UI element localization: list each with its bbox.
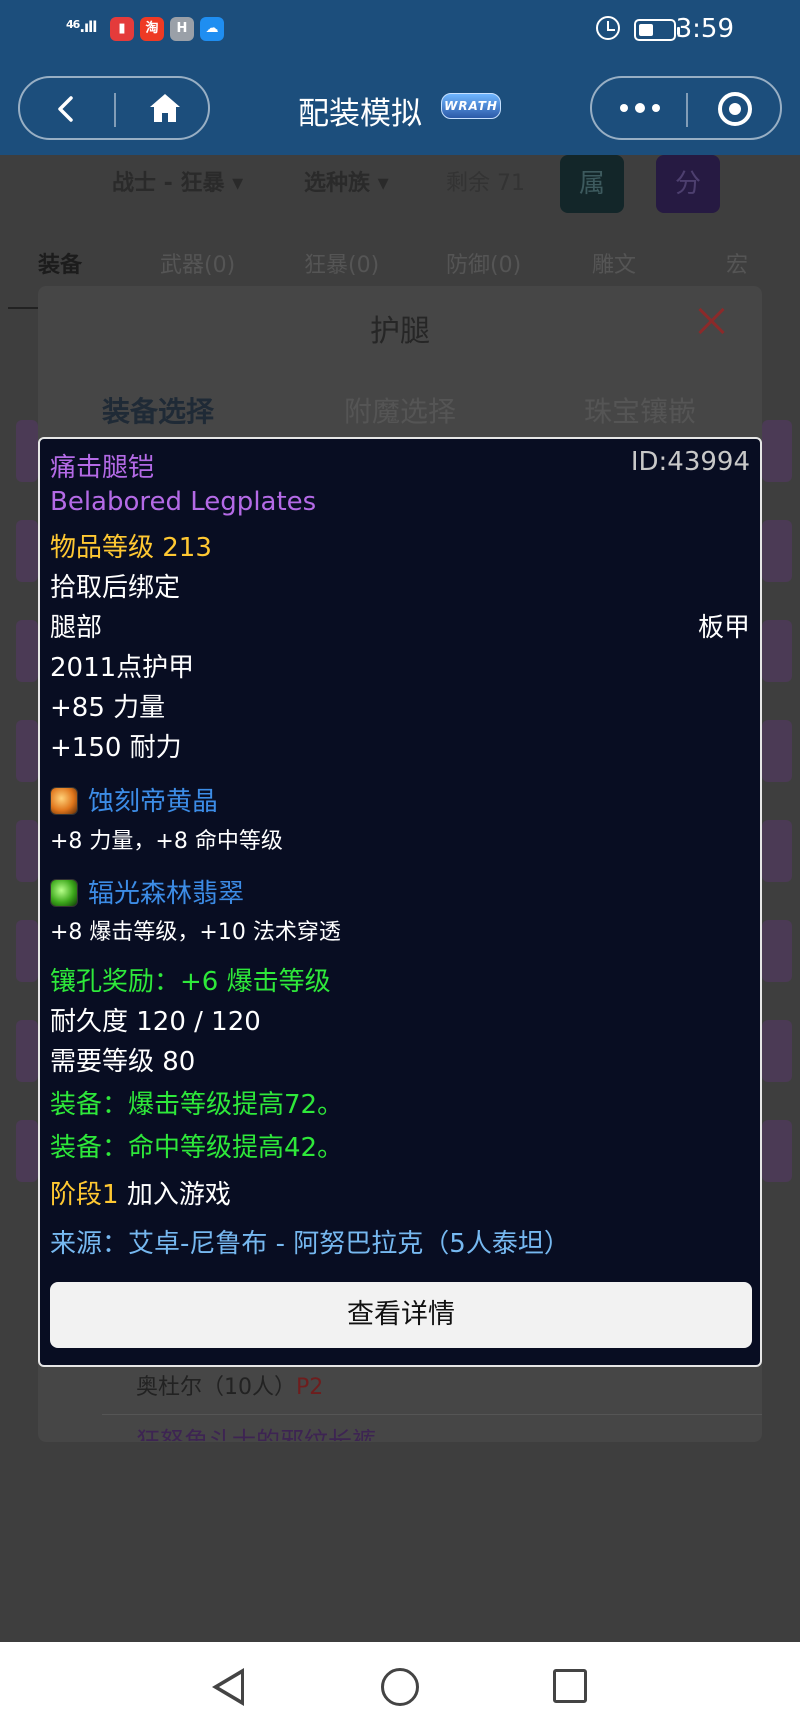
- slot-icon[interactable]: [762, 1120, 792, 1182]
- tab-equipment[interactable]: 装备: [38, 247, 82, 279]
- tab-macro[interactable]: 宏: [726, 247, 748, 279]
- socket-bonus: 镶孔奖励：+6 爆击等级: [50, 967, 331, 997]
- tab-glyph[interactable]: 雕文: [592, 247, 636, 279]
- item-slot: 腿部: [50, 613, 103, 643]
- wrath-logo: WRATH: [441, 93, 501, 119]
- slot-icon[interactable]: [16, 420, 38, 482]
- equip-effect: 装备：爆击等级提高72。: [50, 1090, 344, 1120]
- tab-gem-socket[interactable]: 珠宝镶嵌: [584, 390, 696, 430]
- slot-icon[interactable]: [16, 520, 38, 582]
- tab-enchant-select[interactable]: 附魔选择: [344, 390, 456, 430]
- tab-indicator: [8, 307, 40, 309]
- nav-home-icon[interactable]: [381, 1668, 419, 1706]
- slot-icon[interactable]: [16, 620, 38, 682]
- system-nav-bar: [0, 1642, 800, 1733]
- slot-icon[interactable]: [762, 1020, 792, 1082]
- list-item-source[interactable]: 奥杜尔（10人）P2: [136, 1369, 323, 1401]
- tab-defense[interactable]: 防御(0): [446, 247, 521, 279]
- phase-label: 阶段1: [50, 1180, 119, 1210]
- weather-icon: ☁: [200, 17, 224, 41]
- item-level: 物品等级 213: [50, 533, 212, 563]
- armor-value: 2011点护甲: [50, 653, 195, 683]
- slot-icon[interactable]: [762, 720, 792, 782]
- durability: 耐久度 120 / 120: [50, 1007, 261, 1037]
- remaining-points: 剩余 71: [446, 171, 525, 196]
- tab-weapon[interactable]: 武器(0): [160, 247, 235, 279]
- equip-effect: 装备：命中等级提高42。: [50, 1133, 344, 1163]
- amber-gem-icon: [50, 787, 78, 815]
- tab-equip-select[interactable]: 装备选择: [102, 390, 214, 430]
- red-book-icon: ▮: [110, 17, 134, 41]
- app-header: 46.ıll ▮ 淘 H ☁ 3:59 配装模拟 WRATH: [0, 0, 800, 155]
- slot-icon[interactable]: [16, 720, 38, 782]
- list-item[interactable]: 狂怒角斗士的邪纹长裤: [136, 1421, 376, 1441]
- slot-icon[interactable]: [16, 1120, 38, 1182]
- gem-name: 辐光森林翡翠: [88, 879, 245, 909]
- divider: [102, 1414, 762, 1415]
- close-icon[interactable]: [694, 304, 728, 338]
- slot-icon[interactable]: [762, 920, 792, 982]
- signal-bars-icon: .ıll: [79, 18, 97, 36]
- green-gem-icon: [50, 879, 78, 907]
- capsule-menu: [590, 76, 782, 140]
- item-name-en: Belabored Legplates: [50, 487, 317, 517]
- clock: 3:59: [675, 14, 734, 44]
- page-title: 配装模拟: [298, 96, 422, 132]
- attributes-button[interactable]: 属: [560, 155, 624, 213]
- nav-button-group: [18, 76, 210, 140]
- required-level: 需要等级 80: [50, 1047, 196, 1077]
- view-details-button[interactable]: 查看详情: [50, 1282, 752, 1348]
- more-icon[interactable]: [618, 100, 662, 116]
- race-select[interactable]: 选种族 ▾: [304, 165, 389, 197]
- slot-icon[interactable]: [762, 520, 792, 582]
- back-icon[interactable]: [52, 94, 82, 124]
- armor-type: 板甲: [697, 613, 750, 643]
- class-select[interactable]: 战士 - 狂暴 ▾: [112, 165, 243, 197]
- stat-stamina: +150 耐力: [50, 733, 182, 763]
- nav-back-icon[interactable]: [212, 1668, 244, 1706]
- slot-icon[interactable]: [16, 820, 38, 882]
- phase-text: 加入游戏: [126, 1180, 231, 1210]
- battery-icon: [634, 19, 680, 41]
- phase-info: 阶段1 加入游戏: [50, 1174, 231, 1211]
- slot-icon[interactable]: [762, 420, 792, 482]
- tab-fury[interactable]: 狂暴(0): [304, 247, 379, 279]
- home-icon[interactable]: [148, 92, 182, 124]
- close-miniprogram-icon[interactable]: [716, 90, 754, 128]
- nav-recents-icon[interactable]: [553, 1669, 587, 1703]
- slot-icon[interactable]: [762, 820, 792, 882]
- item-id: ID:43994: [630, 447, 750, 477]
- slot-icon[interactable]: [16, 1020, 38, 1082]
- item-source: 来源：艾卓-尼鲁布 - 阿努巴拉克（5人泰坦）: [50, 1229, 570, 1259]
- stat-strength: +85 力量: [50, 693, 166, 723]
- signal-indicator: 46.ıll: [66, 18, 97, 36]
- status-bar: 46.ıll ▮ 淘 H ☁ 3:59: [0, 0, 800, 60]
- score-button[interactable]: 分: [656, 155, 720, 213]
- slot-icon[interactable]: [762, 620, 792, 682]
- huawei-icon: H: [170, 17, 194, 41]
- gem-effect: +8 力量，+8 命中等级: [50, 829, 283, 854]
- taobao-icon: 淘: [140, 17, 164, 41]
- slot-icon[interactable]: [16, 920, 38, 982]
- alarm-icon: [596, 16, 620, 40]
- item-name-cn: 痛击腿铠: [50, 453, 155, 483]
- gem-effect: +8 爆击等级，+10 法术穿透: [50, 920, 341, 945]
- item-tooltip: 痛击腿铠 ID:43994 Belabored Legplates 物品等级 2…: [38, 437, 762, 1367]
- gem-name: 蚀刻帝黄晶: [88, 787, 219, 817]
- modal-title: 护腿: [370, 314, 430, 349]
- bind-type: 拾取后绑定: [50, 573, 181, 603]
